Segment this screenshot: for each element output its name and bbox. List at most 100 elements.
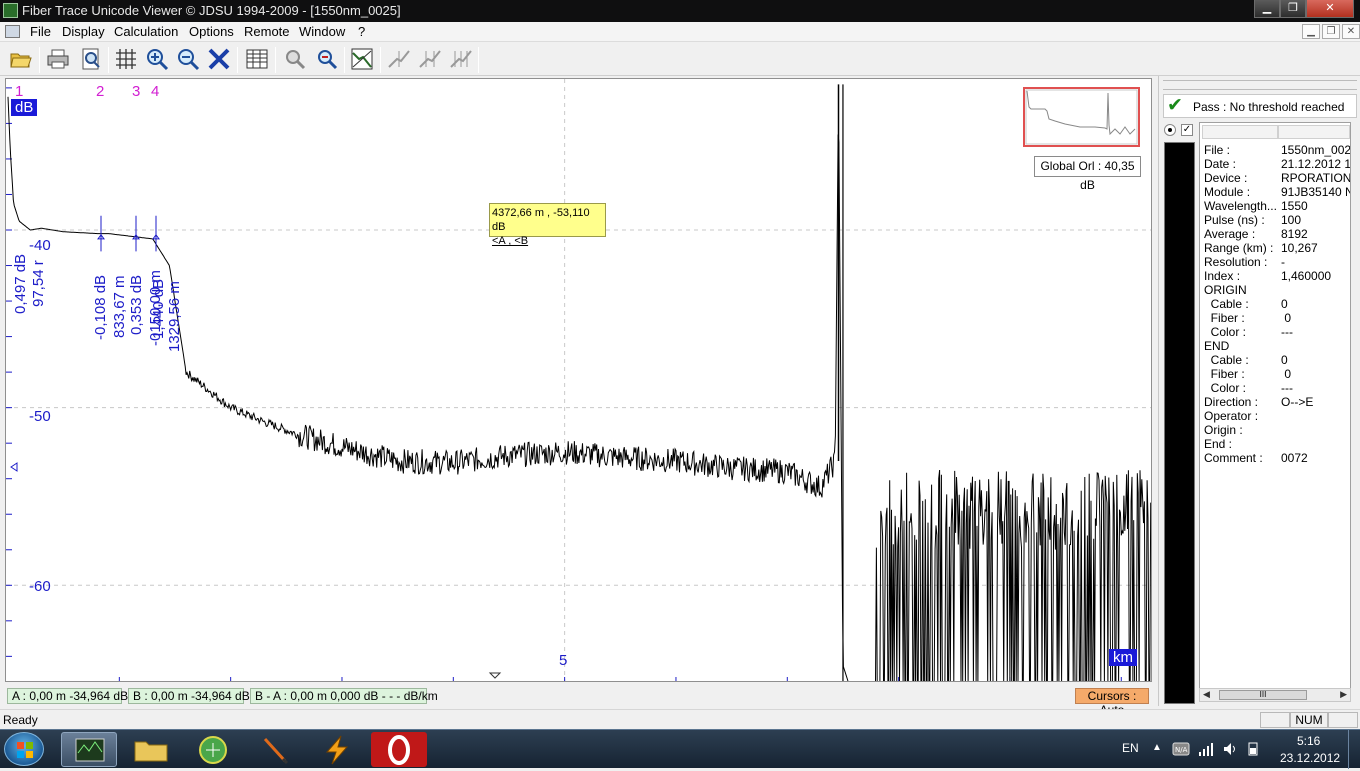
marker-2[interactable]: 2: [96, 83, 104, 100]
menu-window[interactable]: Window: [299, 24, 345, 39]
info-hscrollbar[interactable]: ◀ III ▶: [1199, 688, 1351, 702]
mdi-restore-button[interactable]: ❐: [1322, 24, 1340, 39]
zoom-out-icon[interactable]: [176, 47, 200, 71]
trace-overlay-icon[interactable]: [350, 47, 374, 71]
info-row: Fiber : 0: [1204, 367, 1350, 381]
overview-trace: [1025, 89, 1138, 145]
scroll-right-icon[interactable]: ▶: [1340, 689, 1347, 700]
opera-icon: [388, 735, 410, 765]
tray-show-hidden-icon[interactable]: ▲: [1152, 742, 1162, 753]
info-value: 8192: [1281, 227, 1308, 241]
show-desktop-button[interactable]: [1348, 730, 1360, 769]
info-value: 100: [1281, 213, 1302, 227]
overview-thumbnail[interactable]: [1023, 87, 1140, 147]
zoom-in-icon[interactable]: [145, 47, 169, 71]
trace-svg: [6, 79, 1151, 681]
event-1-distance: 97,54 r: [30, 260, 47, 307]
info-value: 0: [1281, 353, 1288, 367]
taskbar-app-pen[interactable]: [247, 732, 303, 767]
event-2-loss: -0,108 dB: [92, 274, 109, 340]
info-value: RPORATION I: [1281, 171, 1351, 185]
tray-language[interactable]: EN: [1122, 741, 1139, 755]
cursor-ba-readout: B - A : 0,00 m 0,000 dB - - - dB/km: [250, 688, 438, 704]
marker-1[interactable]: 1: [15, 83, 23, 100]
taskbar-fiber-trace[interactable]: [61, 732, 117, 767]
app-icon: [3, 3, 18, 18]
event-2-distance: 833,67 m: [111, 275, 128, 338]
bolt-icon: [325, 735, 349, 765]
marker-3[interactable]: 3: [132, 83, 140, 100]
info-row: Origin :: [1204, 423, 1350, 437]
taskbar-opera[interactable]: [371, 732, 427, 767]
close-button[interactable]: ✕: [1306, 0, 1354, 18]
status-cell-empty: [1260, 712, 1290, 728]
full-scale-icon[interactable]: [207, 47, 231, 71]
tray-volume-icon[interactable]: [1222, 741, 1238, 757]
window-title: Fiber Trace Unicode Viewer © JDSU 1994-2…: [22, 3, 401, 18]
tray-power-icon[interactable]: [1245, 741, 1261, 757]
view-radio[interactable]: [1164, 124, 1176, 136]
event-1-icon[interactable]: [387, 47, 411, 71]
view-checkbox[interactable]: ✓: [1181, 124, 1193, 136]
cursors-mode-button[interactable]: Cursors : Auto: [1075, 688, 1149, 717]
tray-time[interactable]: 5:16: [1297, 734, 1320, 748]
event-2-icon[interactable]: [418, 47, 442, 71]
tooltip-cursors: <A , <B: [492, 235, 529, 247]
taskbar-app-green[interactable]: [185, 732, 241, 767]
grid-icon[interactable]: [114, 47, 138, 71]
marker-4[interactable]: 4: [151, 83, 159, 100]
info-value: 0072: [1281, 451, 1308, 465]
menu-options[interactable]: Options: [189, 24, 234, 39]
info-row: Wavelength... 1550: [1204, 199, 1350, 213]
tray-signal-icon[interactable]: [1198, 741, 1214, 757]
info-label: Wavelength...: [1204, 199, 1277, 213]
mdi-close-button[interactable]: ✕: [1342, 24, 1360, 39]
toolbar: [0, 43, 1360, 76]
info-label: Color :: [1204, 325, 1247, 339]
info-label: Resolution :: [1204, 255, 1268, 269]
menu-calculation[interactable]: Calculation: [114, 24, 178, 39]
menu-help[interactable]: ?: [358, 24, 365, 39]
info-row: Comment : 0072: [1204, 451, 1350, 465]
table-icon[interactable]: [245, 47, 269, 71]
menu-bar: File Display Calculation Options Remote …: [0, 22, 1360, 42]
scroll-left-icon[interactable]: ◀: [1203, 689, 1210, 700]
info-row: Module : 91JB35140 Nu: [1204, 185, 1350, 199]
document-icon[interactable]: [5, 25, 20, 38]
menu-remote[interactable]: Remote: [244, 24, 290, 39]
open-folder-icon[interactable]: [9, 47, 33, 71]
zoom-cursor-icon[interactable]: [315, 47, 339, 71]
mdi-minimize-button[interactable]: ▁: [1302, 24, 1320, 39]
info-row: Resolution :-: [1204, 255, 1350, 269]
trace-plot[interactable]: 1 2 3 4 dB km -40 -50 -60 5 0,497 dB 97,…: [5, 78, 1152, 682]
svg-text:N/A: N/A: [1175, 746, 1188, 754]
info-value: 1550: [1281, 199, 1308, 213]
info-label: Date :: [1204, 157, 1237, 171]
windows-logo-icon: [17, 742, 33, 758]
menu-file[interactable]: File: [30, 24, 51, 39]
pan-icon[interactable]: [283, 47, 307, 71]
title-bar: Fiber Trace Unicode Viewer © JDSU 1994-2…: [0, 0, 1360, 22]
tray-network-adapter-icon[interactable]: N/A: [1172, 741, 1190, 757]
info-label: Pulse (ns) :: [1204, 213, 1265, 227]
info-value: ---: [1281, 381, 1293, 395]
print-preview-icon[interactable]: [79, 47, 103, 71]
taskbar-app-winamp[interactable]: [309, 732, 365, 767]
event-4-loss: 1,440 dB: [150, 278, 167, 339]
start-button[interactable]: [4, 732, 44, 766]
info-value: 0: [1281, 311, 1292, 325]
check-icon: ✔: [1167, 95, 1183, 116]
minimize-button[interactable]: ▁: [1254, 0, 1280, 18]
taskbar-explorer[interactable]: [123, 732, 179, 767]
menu-display[interactable]: Display: [62, 24, 105, 39]
status-num: NUM: [1290, 712, 1328, 728]
event-3-icon[interactable]: [449, 47, 473, 71]
print-icon[interactable]: [46, 47, 70, 71]
trace-info-table: File :1550nm_0025 Date :21.12.2012 10 Devi…: [1199, 122, 1351, 690]
scroll-thumb[interactable]: III: [1219, 690, 1307, 700]
tray-date[interactable]: 23.12.2012: [1280, 751, 1340, 765]
y-cursor-marker: [10, 462, 18, 472]
cursor-tooltip: 4372,66 m , -53,110 dB <A , <B: [489, 203, 606, 247]
maximize-button[interactable]: ❐: [1280, 0, 1306, 18]
info-label: Cable :: [1204, 297, 1249, 311]
